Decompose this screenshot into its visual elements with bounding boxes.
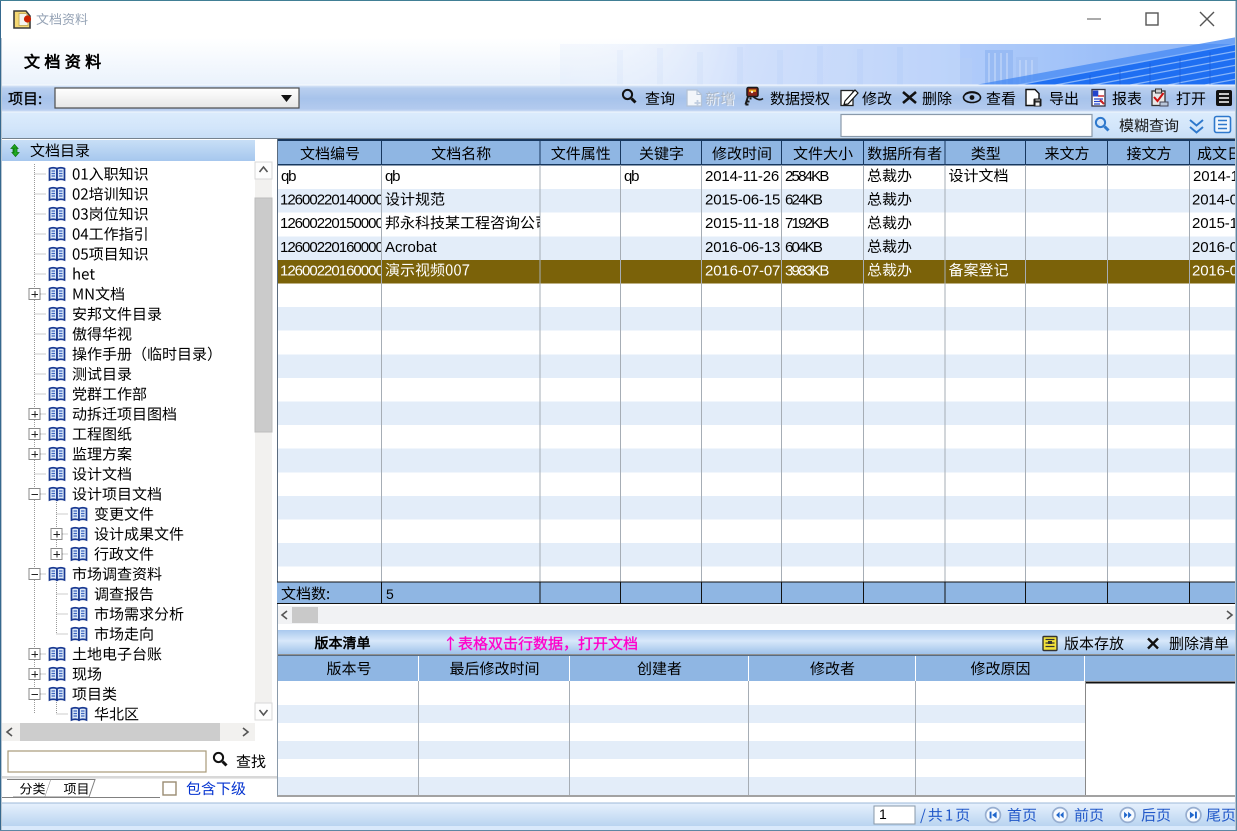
svg-text:2014-07-15: 2014-07-15 xyxy=(1192,192,1237,209)
svg-text:7192KB: 7192KB xyxy=(785,215,829,232)
svg-text:3983KB: 3983KB xyxy=(785,262,829,279)
svg-text:2016-07-07: 2016-07-07 xyxy=(1192,262,1237,279)
svg-text:2015-11-18: 2015-11-18 xyxy=(705,215,779,232)
svg-text:2016-06-13: 2016-06-13 xyxy=(1192,239,1237,256)
svg-text:1260022016000000: 1260022016000000 xyxy=(280,262,398,279)
svg-text:1: 1 xyxy=(879,806,887,822)
svg-text:624KB: 624KB xyxy=(785,192,823,209)
svg-text:qb: qb xyxy=(385,168,400,185)
svg-text:2014-11-26: 2014-11-26 xyxy=(1193,168,1237,185)
svg-text:qb: qb xyxy=(281,168,296,185)
svg-text:1260022014000000: 1260022014000000 xyxy=(280,192,398,209)
svg-text:2016-07-07: 2016-07-07 xyxy=(705,262,780,279)
svg-text:Acrobat: Acrobat xyxy=(385,239,438,256)
svg-text:2016-06-13: 2016-06-13 xyxy=(705,239,780,256)
svg-text:2014-11-26: 2014-11-26 xyxy=(705,168,779,185)
svg-text:2015-11-18: 2015-11-18 xyxy=(1192,215,1237,232)
svg-text:qb: qb xyxy=(624,168,639,185)
svg-text:2015-06-15: 2015-06-15 xyxy=(705,192,780,209)
svg-text:604KB: 604KB xyxy=(785,239,823,256)
svg-text:1260022015000000: 1260022015000000 xyxy=(280,215,398,232)
svg-text:1260022016000000: 1260022016000000 xyxy=(280,239,398,256)
svg-text:2584KB: 2584KB xyxy=(785,168,829,185)
svg-text:5: 5 xyxy=(386,586,394,602)
